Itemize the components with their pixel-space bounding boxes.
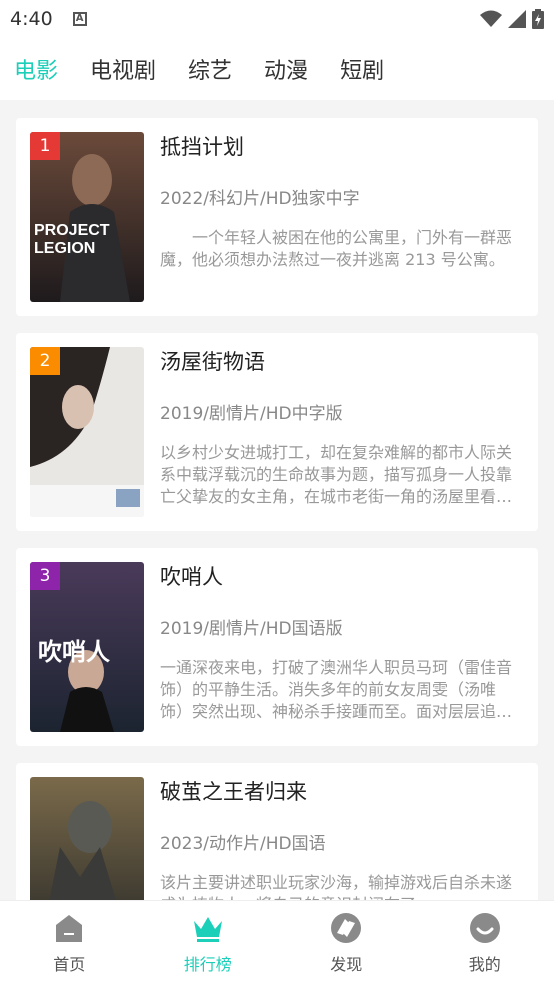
signal-icon — [508, 10, 526, 28]
movie-poster[interactable]: PROJECT LEGION 1 — [30, 132, 144, 302]
movie-card[interactable]: PROJECT LEGION 1 抵挡计划 2022/科幻片/HD独家中字 一个… — [16, 118, 538, 316]
tab-variety[interactable]: 综艺 — [188, 53, 232, 85]
nav-ranking-label: 排行榜 — [183, 954, 232, 974]
movie-poster[interactable]: 吹哨人 3 — [30, 562, 144, 732]
movie-title[interactable]: 吹哨人 — [160, 562, 524, 592]
category-tabs: 电影 电视剧 综艺 动漫 短剧 — [0, 38, 554, 100]
nav-profile[interactable]: 我的 — [416, 901, 554, 984]
nav-discover-label: 发现 — [330, 954, 363, 974]
movie-description: 一个年轻人被困在他的公寓里，门外有一群恶魔，他必须想办法熬过一夜并逃离 213 … — [160, 228, 513, 269]
tab-short-drama[interactable]: 短剧 — [340, 53, 384, 85]
movie-meta: 2022/科幻片/HD独家中字 — [160, 189, 360, 209]
movie-card[interactable]: 2 汤屋街物语 2019/剧情片/HD中字版 以乡村少女进城打工，却在复杂难解的… — [16, 333, 538, 531]
tab-movie[interactable]: 电影 — [14, 53, 58, 85]
notification-icon: A — [72, 12, 87, 26]
movie-title[interactable]: 破茧之王者归来 — [160, 777, 524, 807]
movie-poster[interactable]: 2 — [30, 347, 144, 517]
movie-description: 以乡村少女进城打工，却在复杂难解的都市人际关系中载浮载沉的生命故事为题，描写孤身… — [160, 443, 513, 506]
nav-home-label: 首页 — [53, 954, 86, 974]
rank-badge: 1 — [30, 132, 60, 160]
status-bar: 4:40 A — [0, 0, 554, 38]
poster-title-text: PROJECT LEGION — [34, 222, 110, 257]
nav-ranking[interactable]: 排行榜 — [139, 901, 278, 984]
bottom-nav: 首页 排行榜 发现 我的 — [0, 900, 554, 984]
poster-title-text: 吹哨人 — [38, 638, 110, 666]
nav-discover[interactable]: 发现 — [277, 901, 416, 984]
movie-meta: 2023/动作片/HD国语 — [160, 834, 326, 854]
battery-icon — [532, 9, 544, 29]
movie-list: PROJECT LEGION 1 抵挡计划 2022/科幻片/HD独家中字 一个… — [16, 118, 538, 978]
status-time: 4:40 — [10, 8, 53, 30]
tab-tv-series[interactable]: 电视剧 — [90, 53, 156, 85]
movie-title[interactable]: 汤屋街物语 — [160, 347, 524, 377]
nav-profile-label: 我的 — [468, 954, 501, 974]
profile-icon — [469, 912, 500, 943]
rank-badge: 3 — [30, 562, 60, 590]
discover-icon — [331, 912, 362, 943]
tab-anime[interactable]: 动漫 — [264, 53, 308, 85]
movie-card[interactable]: 吹哨人 3 吹哨人 2019/剧情片/HD国语版 一通深夜来电，打破了澳洲华人职… — [16, 548, 538, 746]
home-icon — [56, 914, 83, 942]
nav-home[interactable]: 首页 — [0, 901, 139, 984]
movie-meta: 2019/剧情片/HD国语版 — [160, 619, 343, 639]
movie-title[interactable]: 抵挡计划 — [160, 132, 524, 162]
movie-description: 一通深夜来电，打破了澳洲华人职员马珂（雷佳音 饰）的平静生活。消失多年的前女友周… — [160, 658, 513, 721]
rank-badge: 2 — [30, 347, 60, 375]
crown-icon — [193, 916, 222, 942]
status-icons — [480, 9, 544, 29]
movie-meta: 2019/剧情片/HD中字版 — [160, 404, 343, 424]
wifi-icon — [480, 10, 502, 27]
